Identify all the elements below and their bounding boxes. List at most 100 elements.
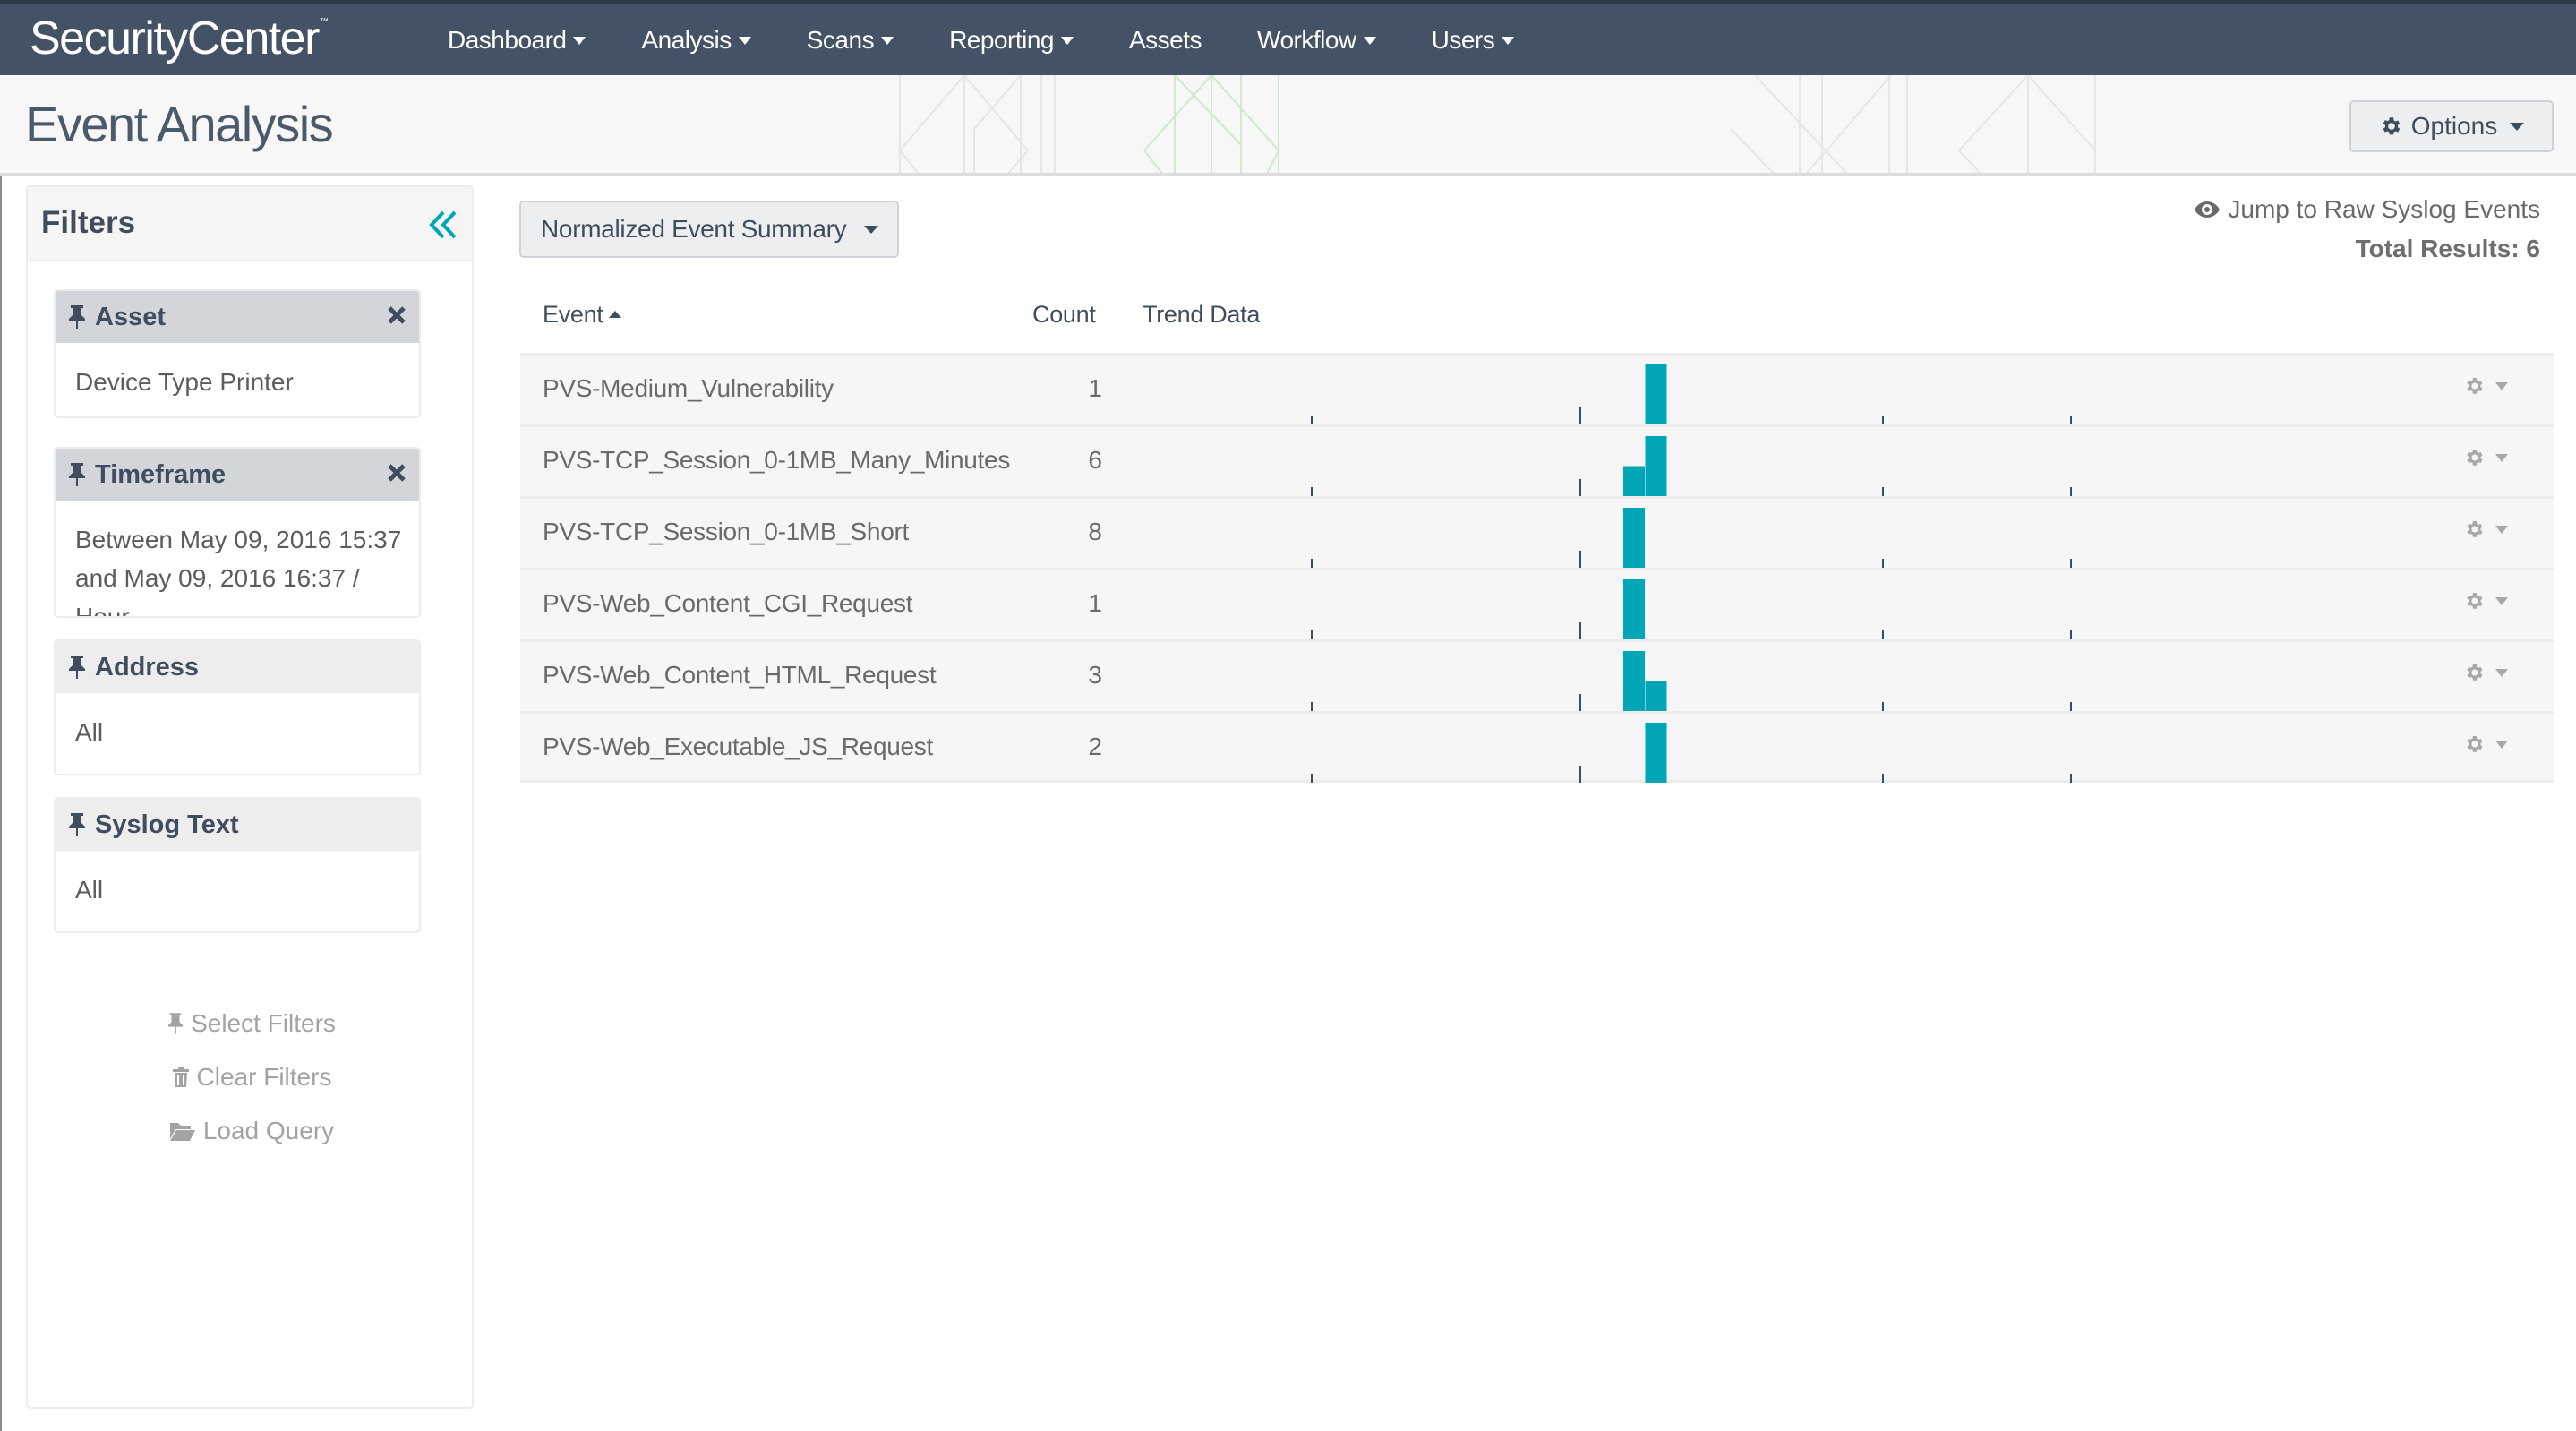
- clear-filters-label: Clear Filters: [196, 1063, 332, 1091]
- trend-axis-tick: [1311, 487, 1313, 496]
- pin-icon: [69, 463, 85, 486]
- trend-axis-tick: [2070, 487, 2072, 496]
- load-query-button[interactable]: Load Query: [28, 1104, 475, 1158]
- gear-icon: [2383, 117, 2401, 135]
- nav-scans-label: Scans: [806, 25, 875, 54]
- column-header-count[interactable]: Count: [1032, 301, 1096, 329]
- gear-icon: [2467, 593, 2483, 609]
- trend-axis-tick: [1579, 766, 1581, 783]
- event-name: PVS-Web_Content_HTML_Request: [543, 661, 937, 689]
- filter-actions: Select Filters Clear Filters Load Query: [28, 997, 475, 1158]
- nav-dashboard[interactable]: Dashboard: [448, 26, 586, 55]
- trend-axis-tick: [1882, 702, 1884, 711]
- pin-icon: [69, 305, 85, 329]
- view-selector-dropdown[interactable]: Normalized Event Summary: [519, 201, 899, 258]
- filter-card-asset[interactable]: Asset Device Type Printer: [54, 289, 421, 418]
- event-count: 1: [1088, 374, 1102, 402]
- trend-bar: [1645, 723, 1667, 783]
- trend-bar: [1645, 681, 1667, 711]
- close-icon[interactable]: [387, 463, 407, 483]
- filter-card-header: Timeframe: [56, 449, 419, 501]
- gear-icon: [2467, 736, 2483, 752]
- main-nav: Dashboard Analysis Scans Reporting Asset…: [448, 4, 1570, 75]
- nav-users[interactable]: Users: [1432, 26, 1515, 55]
- table-row[interactable]: PVS-Web_Executable_JS_Request 2: [520, 711, 2554, 783]
- filter-name: Address: [95, 652, 200, 681]
- row-actions-menu[interactable]: [2463, 375, 2508, 397]
- caret-down-icon: [2495, 453, 2508, 462]
- row-actions-menu[interactable]: [2463, 733, 2508, 755]
- event-name: PVS-Web_Executable_JS_Request: [543, 733, 933, 760]
- filter-value: Device Type Printer: [75, 368, 294, 396]
- nav-users-label: Users: [1431, 25, 1495, 54]
- page-title: Event Analysis: [25, 96, 334, 152]
- nav-workflow[interactable]: Workflow: [1257, 26, 1376, 55]
- table-row[interactable]: PVS-Web_Content_CGI_Request 1: [520, 568, 2554, 639]
- trend-axis-tick: [1882, 630, 1884, 639]
- table-row[interactable]: PVS-Web_Content_HTML_Request 3: [520, 639, 2554, 711]
- sort-ascending-icon: [608, 310, 621, 318]
- double-chevron-left-icon[interactable]: [427, 207, 459, 243]
- caret-down-icon: [573, 37, 586, 45]
- close-icon[interactable]: [387, 305, 407, 325]
- nav-assets[interactable]: Assets: [1129, 26, 1202, 55]
- caret-down-icon: [1363, 37, 1376, 45]
- caret-down-icon: [864, 225, 879, 234]
- row-actions-menu[interactable]: [2463, 662, 2508, 683]
- caret-down-icon: [2495, 525, 2508, 534]
- gear-icon: [2467, 521, 2483, 537]
- pin-icon: [69, 813, 85, 836]
- select-filters-label: Select Filters: [191, 1009, 336, 1037]
- table-row[interactable]: PVS-Medium_Vulnerability 1: [520, 353, 2554, 424]
- trend-axis-tick: [1882, 774, 1884, 783]
- trend-bar: [1623, 466, 1645, 496]
- caret-down-icon: [2495, 740, 2508, 749]
- event-name: PVS-Medium_Vulnerability: [543, 374, 834, 402]
- event-count: 8: [1088, 518, 1102, 545]
- filter-card-header: Address: [56, 641, 419, 693]
- trend-axis-tick: [1579, 694, 1581, 711]
- event-count: 2: [1088, 733, 1102, 760]
- caret-down-icon: [1060, 37, 1074, 45]
- trend-bar: [1623, 508, 1645, 568]
- app-logo[interactable]: SecurityCenter™: [30, 12, 329, 65]
- filters-title: Filters: [41, 205, 136, 240]
- eye-icon: [2195, 201, 2221, 218]
- column-trend-label: Trend Data: [1143, 301, 1261, 328]
- filter-card-syslog-text[interactable]: Syslog Text All: [54, 797, 421, 933]
- caret-down-icon: [2495, 668, 2508, 677]
- trend-axis-tick: [1882, 559, 1884, 568]
- trend-bar: [1645, 364, 1667, 424]
- column-count-label: Count: [1032, 301, 1096, 328]
- select-filters-button[interactable]: Select Filters: [28, 997, 475, 1050]
- nav-analysis[interactable]: Analysis: [641, 26, 751, 55]
- gear-icon: [2467, 450, 2483, 466]
- options-button[interactable]: Options: [2349, 100, 2554, 152]
- trend-axis-tick: [2070, 559, 2072, 568]
- pin-icon: [69, 656, 85, 679]
- header-background-pattern: [899, 75, 2096, 173]
- filter-name: Timeframe: [95, 459, 227, 489]
- row-actions-menu[interactable]: [2463, 518, 2508, 540]
- gear-icon: [2467, 664, 2483, 681]
- load-query-label: Load Query: [202, 1117, 335, 1144]
- column-header-event[interactable]: Event: [543, 301, 621, 329]
- row-actions-menu[interactable]: [2463, 447, 2508, 468]
- nav-reporting[interactable]: Reporting: [949, 26, 1074, 55]
- trend-axis-tick: [2070, 416, 2072, 424]
- filter-card-timeframe[interactable]: Timeframe Between May 09, 2016 15:37 and…: [54, 447, 421, 618]
- nav-scans[interactable]: Scans: [807, 26, 894, 55]
- event-count: 6: [1088, 446, 1102, 474]
- row-actions-menu[interactable]: [2463, 590, 2508, 612]
- table-row[interactable]: PVS-TCP_Session_0-1MB_Many_Minutes 6: [520, 424, 2554, 496]
- trend-axis-tick: [1311, 416, 1313, 424]
- filter-card-header: Syslog Text: [56, 799, 419, 851]
- trash-icon: [172, 1067, 189, 1087]
- jump-to-raw-syslog-link[interactable]: Jump to Raw Syslog Events: [2194, 195, 2540, 224]
- trend-axis-tick: [1579, 551, 1581, 568]
- clear-filters-button[interactable]: Clear Filters: [28, 1050, 475, 1104]
- filter-card-address[interactable]: Address All: [54, 639, 421, 775]
- table-row[interactable]: PVS-TCP_Session_0-1MB_Short 8: [520, 496, 2554, 568]
- caret-down-icon: [2495, 381, 2508, 390]
- filter-value: All: [75, 718, 104, 746]
